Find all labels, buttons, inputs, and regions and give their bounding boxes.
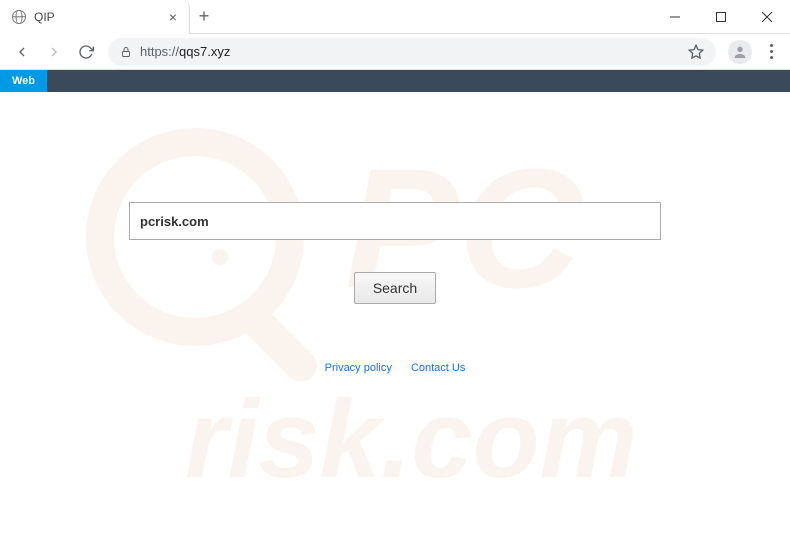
profile-avatar[interactable] xyxy=(728,40,752,64)
forward-button[interactable] xyxy=(40,38,68,66)
privacy-policy-link[interactable]: Privacy policy xyxy=(325,362,392,374)
minimize-button[interactable] xyxy=(652,0,698,34)
browser-tab-strip: QIP × + xyxy=(0,0,790,34)
tab-title: QIP xyxy=(34,10,161,24)
reload-button[interactable] xyxy=(72,38,100,66)
page-nav-bar: Web xyxy=(0,70,790,92)
page-content: Search Privacy policy Contact Us xyxy=(0,92,790,374)
contact-us-link[interactable]: Contact Us xyxy=(411,362,465,374)
address-bar[interactable]: https://qqs7.xyz xyxy=(108,38,716,66)
search-input[interactable] xyxy=(129,202,661,240)
url-text: https://qqs7.xyz xyxy=(140,44,230,59)
lock-icon xyxy=(120,46,132,58)
bookmark-star-icon[interactable] xyxy=(688,44,704,60)
browser-menu-button[interactable] xyxy=(760,38,782,65)
new-tab-button[interactable]: + xyxy=(190,3,218,31)
back-button[interactable] xyxy=(8,38,36,66)
maximize-button[interactable] xyxy=(698,0,744,34)
globe-icon xyxy=(12,10,26,24)
close-window-button[interactable] xyxy=(744,0,790,34)
browser-toolbar: https://qqs7.xyz xyxy=(0,34,790,70)
search-button[interactable]: Search xyxy=(354,272,436,304)
footer-links: Privacy policy Contact Us xyxy=(0,362,790,374)
window-controls xyxy=(652,0,790,34)
nav-tab-web[interactable]: Web xyxy=(0,70,47,92)
browser-tab[interactable]: QIP × xyxy=(0,0,190,34)
tab-close-icon[interactable]: × xyxy=(169,9,177,25)
svg-text:risk.com: risk.com xyxy=(185,378,637,501)
